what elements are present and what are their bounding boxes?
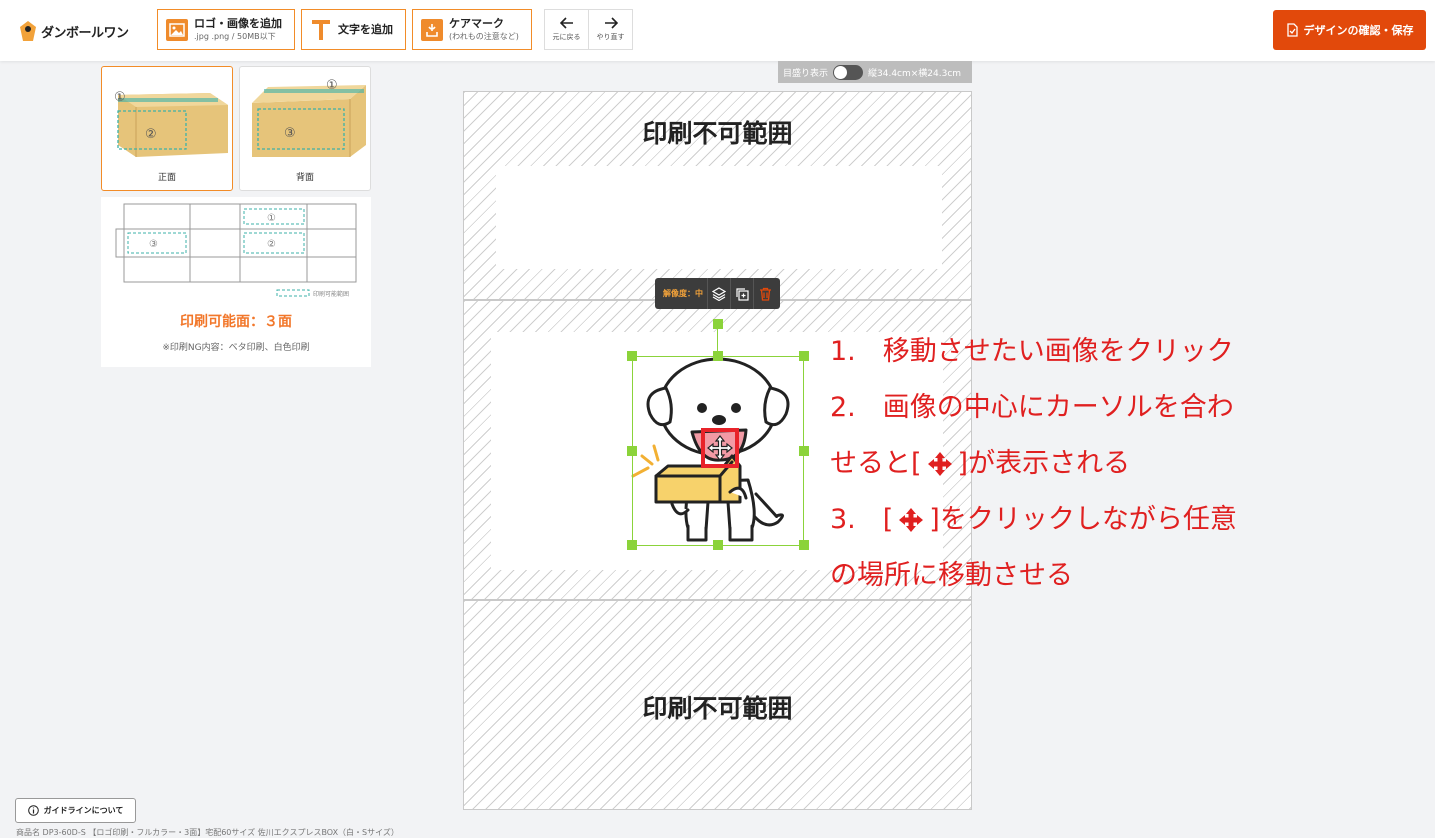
resolution-label: 解像度：中 bbox=[663, 289, 703, 298]
face-front-label: 正面 bbox=[157, 173, 176, 183]
arrow-left-icon bbox=[559, 17, 573, 29]
resize-handle-nw[interactable] bbox=[627, 351, 637, 361]
instruction-step-2: 2. 画像の中心にカーソルを合わ bbox=[830, 392, 1234, 423]
image-context-toolbar: 解像度：中 bbox=[655, 278, 780, 309]
move-cursor-icon[interactable] bbox=[705, 432, 735, 464]
care-mark-title: ケアマーク bbox=[449, 17, 504, 30]
instruction-line-4b: ]をクリックしながら任意 bbox=[929, 504, 1237, 535]
brand-logo[interactable]: ダンボールワン bbox=[18, 16, 129, 46]
logo-text: ダンボールワン bbox=[41, 25, 129, 41]
undo-label: 元に戻る bbox=[552, 33, 581, 41]
care-mark-button[interactable]: ケアマーク (われもの注意など) bbox=[412, 9, 532, 50]
layers-button[interactable] bbox=[707, 278, 730, 309]
net-mark-2: ② bbox=[267, 239, 276, 250]
face-back-mark-1: ① bbox=[326, 78, 338, 93]
resize-handle-e[interactable] bbox=[799, 446, 809, 456]
net-mark-1: ① bbox=[267, 213, 276, 224]
redo-label: やり直す bbox=[596, 33, 625, 41]
layers-icon bbox=[712, 286, 726, 301]
panel-bottom-flap: 印刷不可範囲 bbox=[463, 600, 972, 810]
resize-handle-s[interactable] bbox=[713, 540, 723, 550]
unprintable-label-bottom: 印刷不可範囲 bbox=[642, 694, 793, 723]
box-net-diagram: ① ③ ② 印刷可能範囲 印刷可能面：３面 ※印刷NG内容：ベタ印刷、白色印刷 bbox=[101, 197, 371, 367]
confirm-save-label: デザインの確認・保存 bbox=[1303, 24, 1414, 37]
guideline-button[interactable]: ガイドラインについて bbox=[15, 798, 136, 823]
resize-handle-sw[interactable] bbox=[627, 540, 637, 550]
resize-handle-n[interactable] bbox=[713, 351, 723, 361]
resize-handle-ne[interactable] bbox=[799, 351, 809, 361]
box-net-drawing: ① ③ ② 印刷可能範囲 bbox=[115, 203, 357, 298]
face-front-mark-1: ① bbox=[114, 90, 126, 105]
instruction-step-2-cont: せると[ ]が表示される bbox=[830, 436, 1130, 492]
face-back-mark-3: ③ bbox=[284, 126, 296, 141]
add-text-title: 文字を追加 bbox=[338, 22, 393, 36]
net-legend: 印刷可能範囲 bbox=[313, 290, 349, 298]
image-icon bbox=[166, 18, 188, 41]
face-card-back[interactable]: ① ③ 背面 bbox=[239, 66, 371, 191]
top-toolbar: ダンボールワン ロゴ・画像を追加 .jpg .png / 50MB以下 文字を追… bbox=[0, 0, 1435, 61]
history-controls: 元に戻る やり直す bbox=[544, 9, 633, 50]
redo-button[interactable]: やり直す bbox=[588, 10, 632, 49]
instruction-line-3b: ]が表示される bbox=[957, 448, 1131, 479]
print-ng-note: ※印刷NG内容：ベタ印刷、白色印刷 bbox=[162, 343, 310, 353]
logo-mark-icon bbox=[20, 21, 36, 41]
instruction-step-1: 1. 移動させたい画像をクリック bbox=[830, 336, 1234, 367]
panel-top-flap: 印刷不可範囲 bbox=[463, 91, 972, 300]
arrow-right-icon bbox=[604, 17, 618, 29]
move-cursor-highlight bbox=[701, 428, 739, 468]
canvas-size-label: 縦34.4cm×横24.3cm bbox=[868, 68, 962, 79]
add-image-sub: .jpg .png / 50MB以下 bbox=[194, 32, 276, 41]
trash-icon bbox=[759, 287, 771, 301]
care-mark-icon bbox=[421, 18, 443, 41]
box-front-thumbnail: ① ② bbox=[114, 90, 228, 157]
resize-handle-se[interactable] bbox=[799, 540, 809, 550]
rotate-handle[interactable] bbox=[713, 319, 723, 329]
add-image-button[interactable]: ロゴ・画像を追加 .jpg .png / 50MB以下 bbox=[157, 9, 295, 50]
product-name: 商品名 DP3-60D-S 【ロゴ印刷・フルカラー・3面】宅配60サイズ 佐川エ… bbox=[16, 828, 399, 837]
duplicate-icon bbox=[736, 287, 749, 301]
move-cross-icon bbox=[927, 452, 952, 476]
net-mark-3: ③ bbox=[149, 239, 158, 250]
delete-button[interactable] bbox=[753, 278, 776, 309]
ruler-toggle-bar: 目盛り表示 縦34.4cm×横24.3cm bbox=[778, 61, 972, 83]
printable-faces-heading: 印刷可能面：３面 bbox=[180, 314, 292, 330]
care-mark-sub: (われもの注意など) bbox=[449, 32, 519, 41]
undo-button[interactable]: 元に戻る bbox=[545, 10, 588, 49]
face-back-label: 背面 bbox=[295, 173, 314, 183]
resize-handle-w[interactable] bbox=[627, 446, 637, 456]
text-icon bbox=[310, 18, 332, 42]
face-card-front[interactable]: ① ② 正面 bbox=[101, 66, 233, 191]
instruction-step-3: 3. [ ]をクリックしながら任意 bbox=[830, 492, 1237, 548]
instruction-line-3a: せると[ bbox=[830, 448, 922, 479]
guideline-label: ガイドラインについて bbox=[43, 806, 124, 815]
move-cross-icon bbox=[899, 508, 924, 532]
add-text-button[interactable]: 文字を追加 bbox=[301, 9, 406, 50]
instruction-line-4a: 3. [ bbox=[830, 504, 894, 535]
duplicate-button[interactable] bbox=[730, 278, 753, 309]
box-back-thumbnail: ① ③ bbox=[252, 78, 366, 157]
printable-area-top[interactable] bbox=[496, 166, 942, 269]
confirm-save-button[interactable]: デザインの確認・保存 bbox=[1273, 10, 1426, 50]
info-icon bbox=[27, 805, 39, 816]
instruction-step-3-cont: の場所に移動させる bbox=[830, 560, 1073, 591]
ruler-label: 目盛り表示 bbox=[783, 68, 829, 79]
ruler-switch[interactable] bbox=[833, 64, 864, 80]
face-front-mark-2: ② bbox=[145, 127, 157, 142]
unprintable-label-top: 印刷不可範囲 bbox=[642, 119, 793, 148]
add-image-title: ロゴ・画像を追加 bbox=[194, 17, 282, 30]
document-check-icon bbox=[1286, 23, 1298, 37]
